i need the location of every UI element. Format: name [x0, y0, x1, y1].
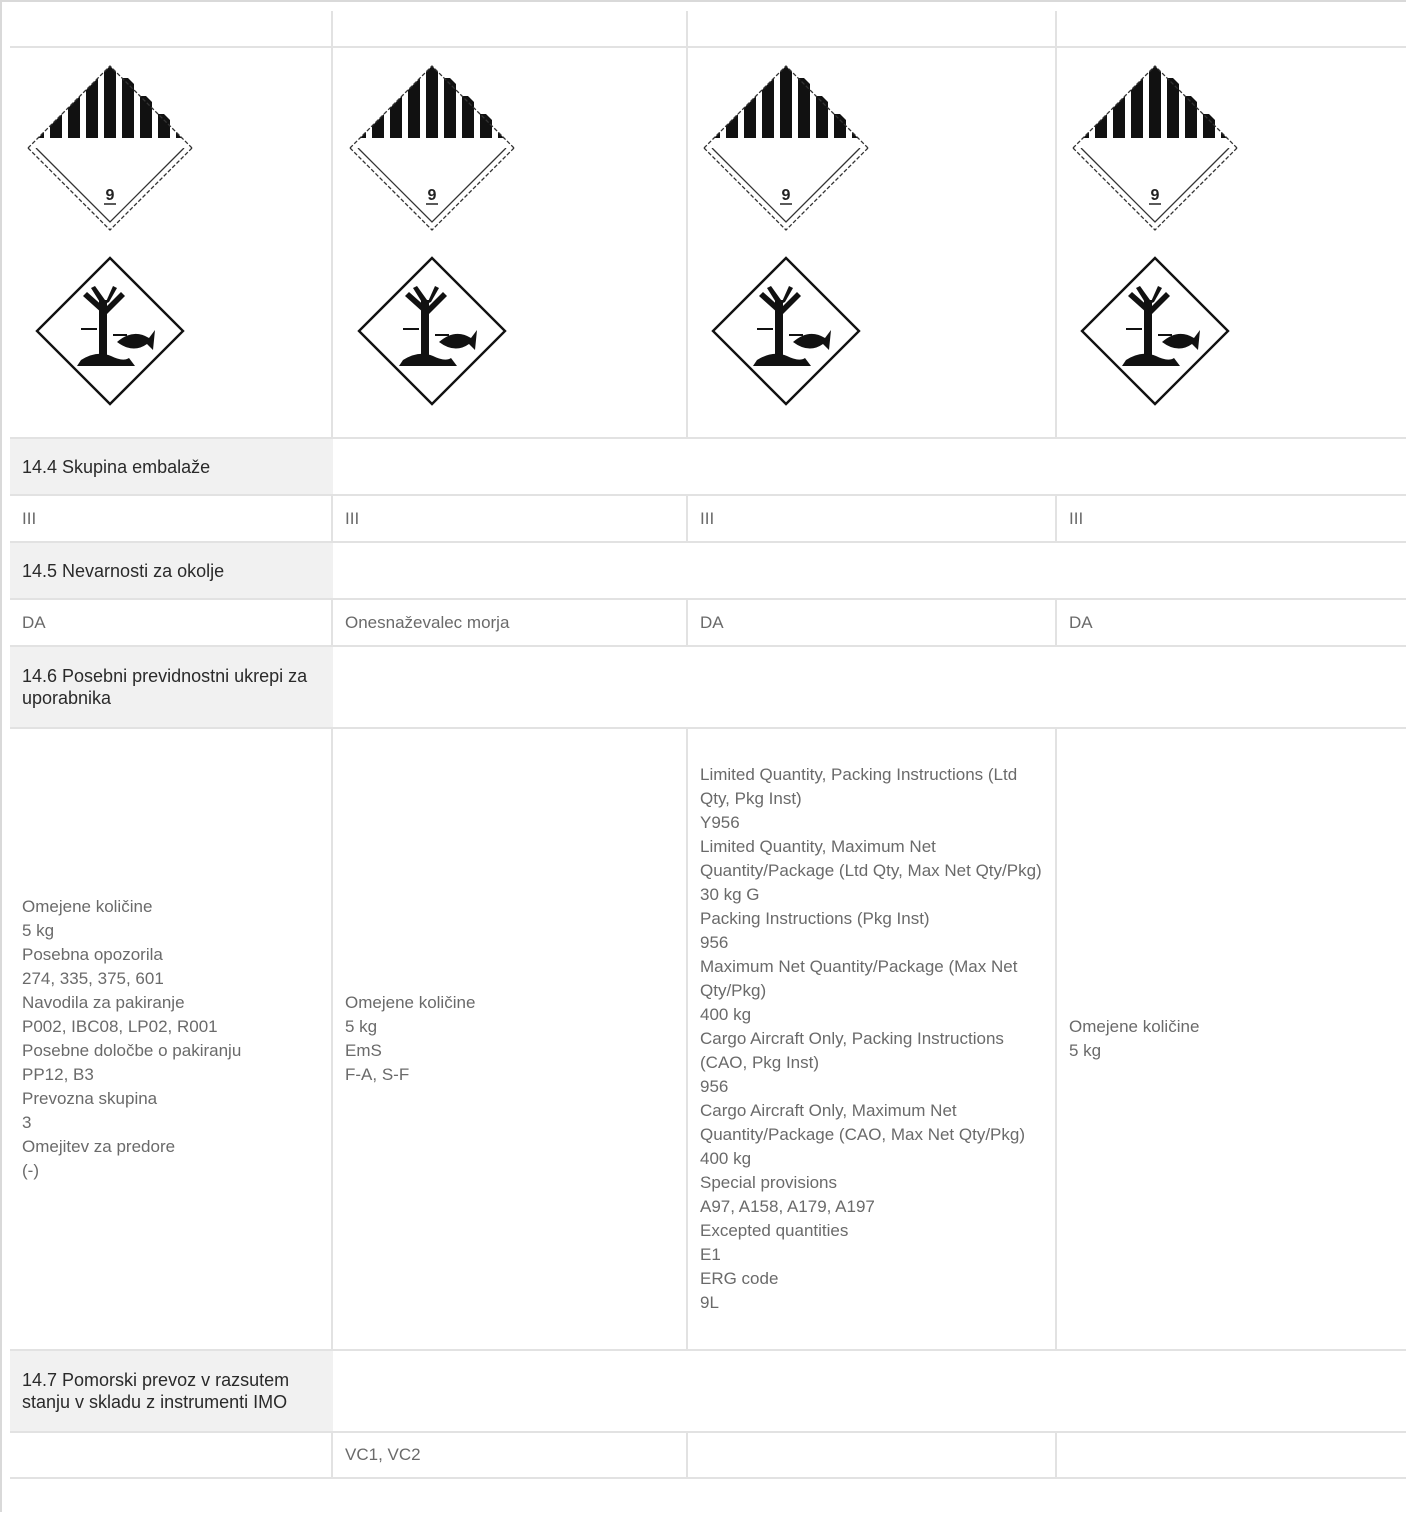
precautions-col1: Omejene količine 5 kg Posebna opozorila …	[22, 897, 242, 1180]
section-14-4-heading-row: 14.4 Skupina embalaže	[10, 439, 1406, 496]
section-14-6-values-row: Omejene količine 5 kg Posebna opozorila …	[10, 729, 1406, 1351]
empty-header-row	[10, 11, 1406, 48]
section-14-4-heading: 14.4 Skupina embalaže	[10, 439, 333, 494]
precautions-col3: Limited Quantity, Packing Instructions (…	[700, 765, 1042, 1312]
transport-info-table: 14.4 Skupina embalaže III III III III 14…	[0, 0, 1406, 1512]
env-hazard-col1: DA	[22, 612, 46, 632]
env-hazard-col3: DA	[700, 612, 724, 632]
table-footer-space	[10, 1479, 1406, 1514]
precautions-col4: Omejene količine 5 kg	[1069, 1017, 1200, 1060]
env-hazard-col2: Onesnaževalec morja	[345, 612, 510, 632]
imo-bulk-col4	[1057, 1433, 1406, 1477]
imo-bulk-col2: VC1, VC2	[345, 1445, 421, 1464]
imo-bulk-col3	[688, 1433, 1057, 1477]
section-14-5-heading-row: 14.5 Nevarnosti za okolje	[10, 543, 1406, 600]
env-hazard-col4: DA	[1069, 612, 1093, 632]
section-14-5-values-row: DA Onesnaževalec morja DA DA	[10, 600, 1406, 647]
section-14-4-values-row: III III III III	[10, 496, 1406, 543]
pictogram-row	[10, 48, 1406, 439]
imo-bulk-col1	[10, 1433, 333, 1477]
section-14-7-values-row: VC1, VC2	[10, 1433, 1406, 1479]
packing-group-col4: III	[1069, 508, 1084, 528]
section-14-7-heading-row: 14.7 Pomorski prevoz v razsutem stanju v…	[10, 1351, 1406, 1433]
packing-group-col1: III	[22, 508, 37, 528]
section-14-7-heading: 14.7 Pomorski prevoz v razsutem stanju v…	[10, 1351, 333, 1431]
section-14-6-heading: 14.6 Posebni previdnostni ukrepi za upor…	[10, 647, 333, 727]
packing-group-col2: III	[345, 508, 360, 528]
packing-group-col3: III	[700, 508, 715, 528]
section-14-6-heading-row: 14.6 Posebni previdnostni ukrepi za upor…	[10, 647, 1406, 729]
section-14-5-heading: 14.5 Nevarnosti za okolje	[10, 543, 333, 598]
precautions-col2: Omejene količine 5 kg EmS F-A, S-F	[345, 993, 476, 1084]
